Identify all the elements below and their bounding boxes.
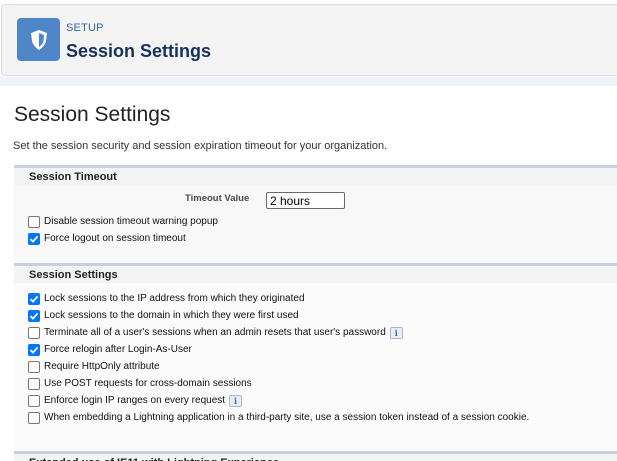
checkbox-row: Force relogin after Login-As-User	[14, 341, 617, 358]
timeout-value-label: Timeout Value	[185, 193, 250, 204]
section-header-session-settings: Session Settings	[14, 263, 617, 283]
session-settings-section: Session Settings Lock sessions to the IP…	[14, 263, 617, 461]
checkbox-row: Lock sessions to the IP address from whi…	[14, 290, 617, 307]
section-header-ie11: Extended use of IE11 with Lightning Expe…	[14, 451, 617, 461]
shield-icon	[17, 18, 60, 61]
checkbox-label[interactable]: Force relogin after Login-As-User	[44, 344, 192, 355]
checkbox-label[interactable]: Force logout on session timeout	[44, 233, 186, 244]
checkbox-label[interactable]: Lock sessions to the domain in which the…	[44, 310, 299, 321]
checkbox-row: Force logout on session timeout	[14, 230, 617, 247]
checkbox-label[interactable]: Enforce login IP ranges on every request	[44, 395, 225, 406]
main-content: Session Settings Set the session securit…	[4, 86, 617, 461]
section-header-session-timeout: Session Timeout	[14, 165, 617, 185]
header-separator	[0, 77, 617, 86]
ie11-section: Extended use of IE11 with Lightning Expe…	[14, 451, 617, 461]
setup-eyebrow: SETUP	[66, 22, 104, 34]
checkbox[interactable]	[28, 292, 40, 305]
checkbox-row: Use POST requests for cross-domain sessi…	[14, 375, 617, 392]
checkbox-label[interactable]: When embedding a Lightning application i…	[44, 412, 529, 423]
checkbox-label[interactable]: Terminate all of a user's sessions when …	[44, 327, 386, 338]
checkbox[interactable]	[28, 377, 40, 390]
setup-header: SETUP Session Settings	[1, 4, 617, 76]
checkbox-row: Disable session timeout warning popup	[14, 213, 617, 230]
checkbox-row: Require HttpOnly attribute	[14, 358, 617, 375]
checkbox[interactable]	[28, 326, 40, 339]
checkbox[interactable]	[28, 360, 40, 373]
session-timeout-section: Session Timeout Timeout Value 2 hours Di…	[14, 165, 617, 263]
session-settings-options: Lock sessions to the IP address from whi…	[14, 290, 617, 426]
checkbox-label[interactable]: Lock sessions to the IP address from whi…	[44, 293, 305, 304]
info-icon[interactable]: i	[389, 326, 403, 339]
timeout-value-selected: 2 hours	[270, 194, 311, 208]
checkbox-label[interactable]: Disable session timeout warning popup	[44, 216, 218, 227]
timeout-value-row: Timeout Value 2 hours	[14, 185, 617, 213]
timeout-value-select[interactable]: 2 hours	[266, 192, 345, 209]
page-description: Set the session security and session exp…	[13, 140, 388, 152]
checkbox-row: Enforce login IP ranges on every request…	[14, 392, 617, 409]
checkbox-label[interactable]: Require HttpOnly attribute	[44, 361, 160, 372]
checkbox[interactable]	[28, 411, 40, 424]
checkbox-row: When embedding a Lightning application i…	[14, 409, 617, 426]
checkbox[interactable]	[28, 309, 40, 322]
checkbox-label[interactable]: Use POST requests for cross-domain sessi…	[44, 378, 252, 389]
checkbox[interactable]	[28, 215, 40, 228]
setup-title: Session Settings	[66, 41, 212, 61]
checkbox[interactable]	[28, 232, 40, 245]
checkbox[interactable]	[28, 394, 40, 407]
session-timeout-options: Disable session timeout warning popup For…	[14, 213, 617, 247]
page: SETUP Session Settings Session Settings …	[0, 0, 617, 461]
checkbox-row: Lock sessions to the domain in which the…	[14, 307, 617, 324]
page-title: Session Settings	[14, 103, 171, 126]
info-icon[interactable]: i	[229, 394, 243, 407]
checkbox[interactable]	[28, 343, 40, 356]
checkbox-row: Terminate all of a user's sessions when …	[14, 324, 617, 341]
